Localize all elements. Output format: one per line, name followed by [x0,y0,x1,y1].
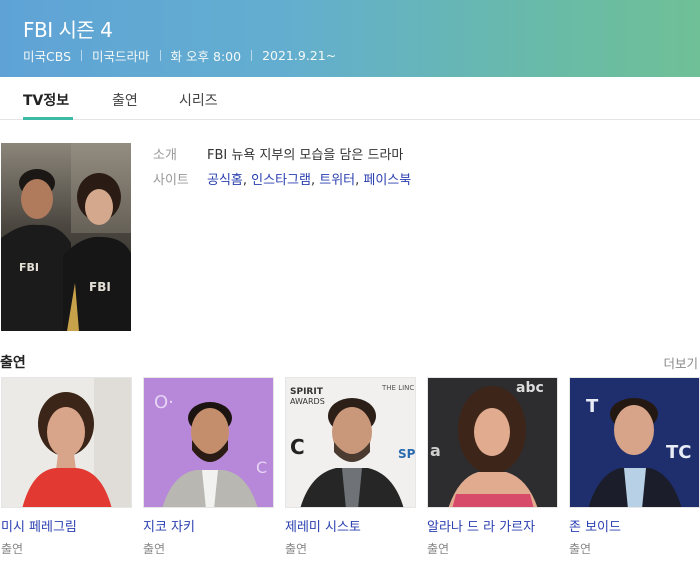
cast-name[interactable]: 미시 페레그림 [1,516,132,535]
site-link-facebook[interactable]: 페이스북 [363,173,411,188]
svg-text:SPIRIT: SPIRIT [290,387,324,397]
meta-divider [81,50,83,61]
svg-text:AWARDS: AWARDS [290,397,325,406]
meta-genre: 미국드라마 [92,49,150,64]
cast-role: 출연 [427,542,450,556]
cast-photo[interactable] [1,377,132,508]
site-link-official[interactable]: 공식홈 [207,173,243,188]
cast-card[interactable]: abc a 알라나 드 라 가르자 출연 [427,377,558,557]
site-link-twitter[interactable]: 트위터 [319,173,355,188]
site-links: 공식홈, 인스타그램, 트위터, 페이스북 [207,169,411,188]
cast-card[interactable]: T TC 존 보이드 출연 [569,377,700,557]
site-separator: , [310,173,320,188]
program-poster[interactable]: FBI FBI [1,143,131,331]
cast-photo[interactable]: T TC [569,377,700,508]
svg-text:T: T [586,396,599,417]
poster-image: FBI FBI [1,143,131,331]
meta-broadcaster: 미국CBS [23,49,72,64]
svg-text:TC: TC [666,442,692,463]
svg-text:C: C [256,458,267,477]
site-label: 사이트 [153,173,189,188]
cast-name[interactable]: 존 보이드 [569,516,700,535]
program-info: 소개 FBI 뉴욕 지부의 모습을 담은 드라마 사이트 공식홈, 인스타그램,… [153,141,411,191]
cast-role: 출연 [1,542,24,556]
tab-cast[interactable]: 출연 [112,90,138,110]
more-cast-link[interactable]: 더보기 [663,353,698,372]
cast-name[interactable]: 지코 자키 [143,516,274,535]
meta-air-date: 2021.9.21~ [262,48,337,63]
svg-text:C: C [290,435,305,459]
svg-text:a: a [430,441,441,460]
cast-card[interactable]: O· C 지코 자키 출연 [143,377,274,557]
cast-card[interactable]: SPIRIT AWARDS THE LINC C SP 제레미 시스토 출연 [285,377,416,557]
program-meta: 미국CBS 미국드라마 화 오후 8:00 2021.9.21~ [23,46,336,65]
program-title: FBI 시즌 4 [23,18,113,42]
cast-role: 출연 [569,542,592,556]
active-tab-indicator [23,117,73,120]
tab-bar: TV정보 출연 시리즈 [0,77,700,120]
svg-text:THE LINC: THE LINC [381,384,414,392]
meta-divider [159,50,161,61]
program-header: FBI 시즌 4 미국CBS 미국드라마 화 오후 8:00 2021.9.21… [0,0,700,77]
cast-role: 출연 [285,542,308,556]
site-link-instagram[interactable]: 인스타그램 [251,173,311,188]
meta-divider [251,50,253,61]
svg-text:SP: SP [398,447,416,461]
tab-tv-info[interactable]: TV정보 [23,90,69,110]
cast-section-title: 출연 [0,355,26,371]
intro-label: 소개 [153,148,177,163]
intro-row: 소개 FBI 뉴욕 지부의 모습을 담은 드라마 [153,141,411,166]
intro-value: FBI 뉴욕 지부의 모습을 담은 드라마 [207,148,404,163]
cast-name[interactable]: 제레미 시스토 [285,516,416,535]
tab-series[interactable]: 시리즈 [179,90,218,110]
cast-role: 출연 [143,542,166,556]
meta-airtime: 화 오후 8:00 [170,49,242,64]
site-row: 사이트 공식홈, 인스타그램, 트위터, 페이스북 [153,166,411,191]
cast-name[interactable]: 알라나 드 라 가르자 [427,516,558,535]
cast-photo[interactable]: O· C [143,377,274,508]
site-separator: , [242,173,252,188]
cast-card[interactable]: 미시 페레그림 출연 [1,377,132,557]
svg-text:FBI: FBI [89,280,111,294]
svg-text:O·: O· [154,392,174,413]
cast-photo[interactable]: abc a [427,377,558,508]
svg-text:abc: abc [516,380,544,396]
svg-text:FBI: FBI [19,261,39,274]
cast-photo[interactable]: SPIRIT AWARDS THE LINC C SP [285,377,416,508]
